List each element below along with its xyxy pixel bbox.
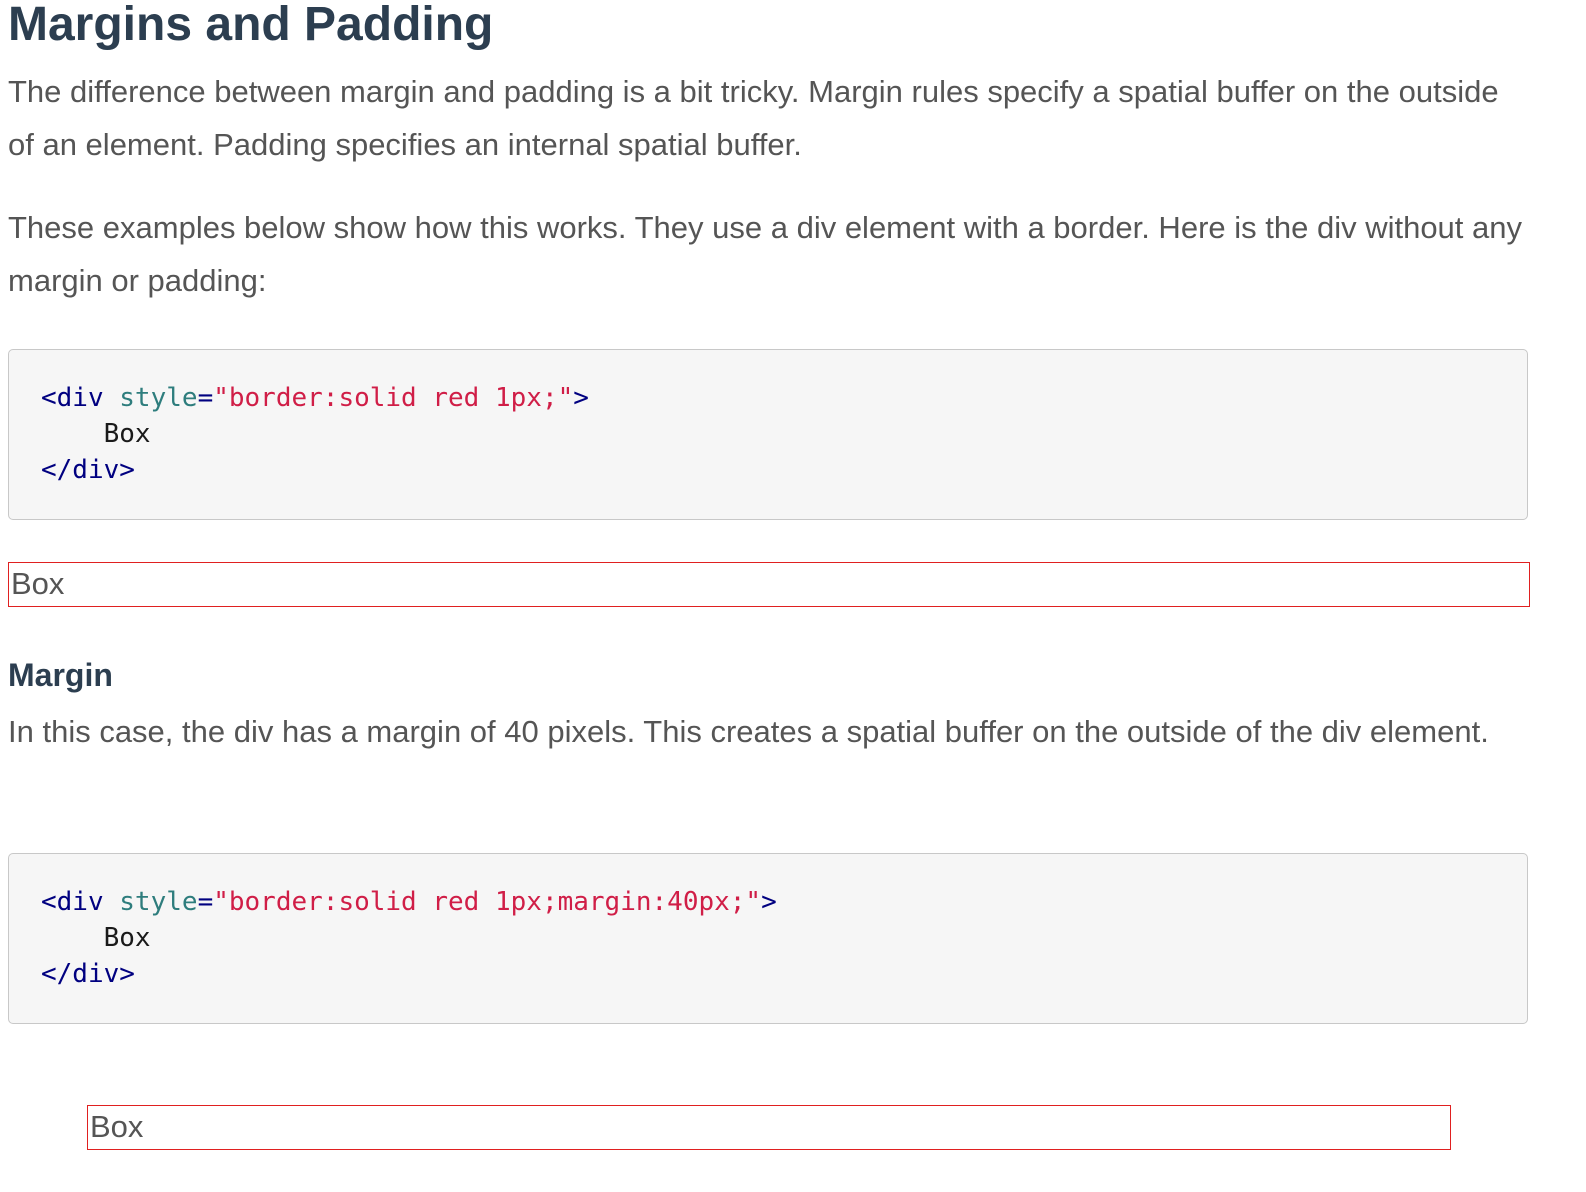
- code-attr-value: "border:solid red 1px;": [213, 383, 574, 413]
- code-open-tag: <div: [41, 887, 104, 917]
- code-text: <div style="border:solid red 1px;"> Box …: [41, 380, 589, 488]
- rendered-box-no-margin: Box: [8, 562, 1530, 607]
- examples-paragraph: These examples below show how this works…: [8, 210, 1523, 298]
- code-end-tag: </div>: [41, 959, 135, 989]
- intro-paragraph: The difference between margin and paddin…: [8, 74, 1499, 162]
- margin-paragraph: In this case, the div has a margin of 40…: [8, 714, 1489, 749]
- code-end-tag: </div>: [41, 455, 135, 485]
- code-close-bracket: >: [761, 887, 777, 917]
- code-inner-text: Box: [103, 419, 151, 449]
- code-attr-name: style: [119, 887, 198, 917]
- code-attr-name: style: [119, 383, 198, 413]
- code-equals: =: [197, 887, 214, 917]
- code-attr-value: "border:solid red 1px;margin:40px;": [213, 887, 762, 917]
- rendered-box-margin: Box: [87, 1105, 1451, 1150]
- code-equals: =: [197, 383, 214, 413]
- code-example-no-margin: <div style="border:solid red 1px;"> Box …: [8, 349, 1528, 520]
- margin-heading: Margin: [8, 657, 113, 693]
- code-inner-text: Box: [103, 923, 151, 953]
- code-open-tag: <div: [41, 383, 104, 413]
- code-close-bracket: >: [573, 383, 589, 413]
- code-text: <div style="border:solid red 1px;margin:…: [41, 884, 777, 992]
- page-title: Margins and Padding: [8, 0, 494, 51]
- code-example-margin: <div style="border:solid red 1px;margin:…: [8, 853, 1528, 1024]
